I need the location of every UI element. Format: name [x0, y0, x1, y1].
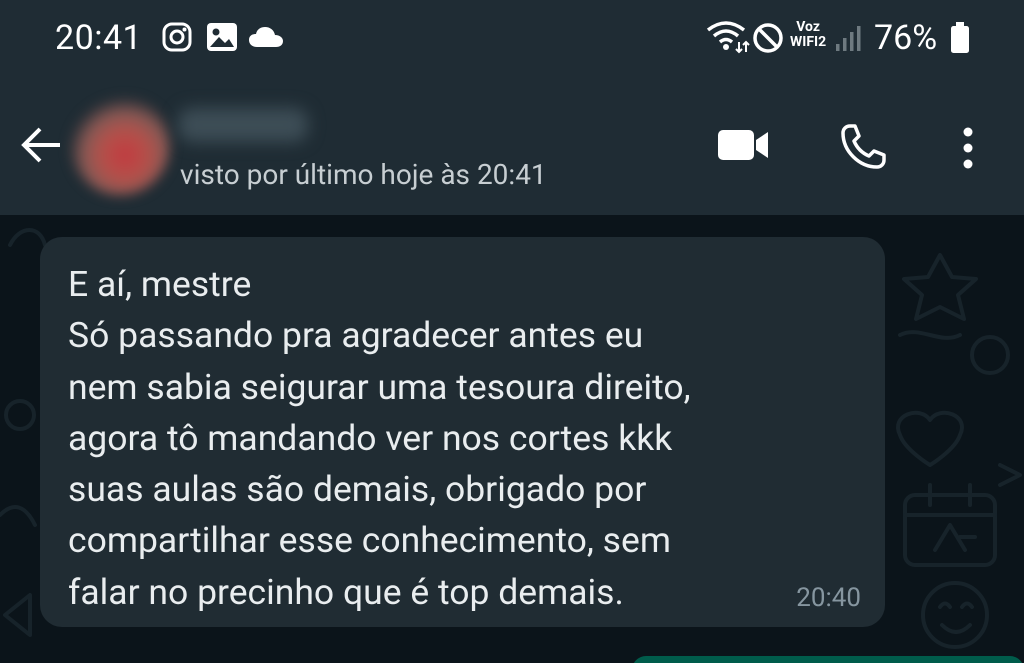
contact-avatar[interactable] [70, 95, 170, 195]
video-call-icon[interactable] [716, 128, 770, 166]
instagram-icon [162, 22, 192, 56]
wifi2-label: WIFI2 [790, 34, 827, 50]
chat-header: visto por último hoje às 20:41 [0, 80, 1024, 215]
wifi-icon [706, 20, 750, 58]
voz-wifi-label: Voz WIFI2 [790, 20, 826, 50]
cloud-icon [248, 26, 284, 52]
more-options-icon[interactable] [958, 126, 978, 174]
message-text: E aí, mestre Só passando pra agradecer a… [68, 263, 691, 613]
gallery-icon [206, 22, 238, 56]
voz-label: Voz [796, 19, 820, 35]
status-time: 20:41 [55, 18, 143, 58]
last-seen-status: visto por último hoje às 20:41 [180, 158, 547, 191]
battery-icon [950, 22, 970, 58]
status-bar: 20:41 Voz WIFI2 76% [0, 0, 1024, 80]
signal-icon [834, 24, 862, 56]
back-arrow-icon[interactable] [18, 125, 62, 169]
do-not-disturb-icon [752, 22, 784, 58]
incoming-message-bubble[interactable]: E aí, mestre Só passando pra agradecer a… [40, 237, 885, 627]
battery-percentage: 76% [874, 18, 938, 58]
phone-call-icon[interactable] [840, 124, 888, 174]
contact-name-redacted[interactable] [178, 108, 308, 142]
outgoing-message-bubble-partial[interactable] [632, 656, 1024, 663]
message-timestamp: 20:40 [796, 583, 861, 613]
chat-area[interactable]: E aí, mestre Só passando pra agradecer a… [0, 215, 1024, 663]
